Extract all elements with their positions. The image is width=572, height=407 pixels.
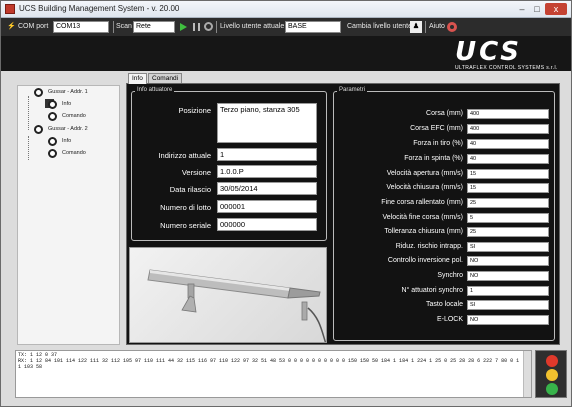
user-level-icon[interactable]: ♟	[410, 21, 422, 33]
device-tree: Gussar - Addr. 1 Info Comando Gussar - A…	[17, 85, 120, 345]
change-user-level-label[interactable]: Cambia livello utente	[347, 18, 412, 36]
param-value[interactable]: 5	[467, 213, 549, 223]
param-value[interactable]: 15	[467, 169, 549, 179]
gear-icon	[34, 125, 43, 134]
tab-info[interactable]: Info	[128, 73, 147, 84]
toolbar-separator	[425, 21, 426, 33]
field-label: Versione	[181, 168, 211, 177]
ucs-logo: UCS	[455, 37, 522, 67]
param-label: Forza in tiro (%)	[413, 140, 463, 147]
parametri-title: Parametri	[337, 87, 368, 93]
toolbar-separator	[113, 21, 114, 33]
window-title: UCS Building Management System - v. 20.0…	[19, 4, 180, 13]
param-label: Tasto locale	[426, 301, 463, 308]
param-label: Velocità chiusura (mm/s)	[386, 184, 463, 191]
param-label: Fine corsa rallentato (mm)	[381, 199, 463, 206]
gear-icon	[48, 100, 57, 109]
scan-label: Scan	[116, 23, 132, 30]
param-value[interactable]: 25	[467, 227, 549, 237]
yellow-lamp	[546, 369, 558, 381]
actuator-drawing	[147, 269, 326, 342]
param-value[interactable]: 400	[467, 109, 549, 119]
gear-icon	[48, 149, 57, 158]
play-icon[interactable]	[180, 23, 187, 31]
param-value[interactable]: NO	[467, 315, 549, 325]
serial-number-field: 000000	[217, 218, 317, 231]
help-label[interactable]: Aiuto	[429, 18, 445, 36]
field-label: Posizione	[178, 106, 211, 115]
param-label: Corsa (mm)	[426, 110, 463, 117]
com-port-select[interactable]: COM13	[53, 21, 109, 33]
param-value[interactable]: 15	[467, 183, 549, 193]
gear-icon	[48, 112, 57, 121]
communication-log[interactable]: TX: 1 12 0 37 RX: 1 12 84 101 114 122 11…	[15, 350, 532, 398]
address-field[interactable]: 1	[217, 148, 317, 161]
traffic-light-icon	[535, 350, 567, 398]
param-label: Riduz. rischio intrapp.	[395, 243, 463, 250]
param-value[interactable]: NO	[467, 256, 549, 266]
title-bar: UCS Building Management System - v. 20.0…	[1, 1, 571, 18]
brand-tagline: ULTRAFLEX CONTROL SYSTEMS s.r.l.	[455, 65, 558, 71]
red-lamp	[546, 355, 558, 367]
tree-node-info-2[interactable]: Info	[62, 138, 71, 144]
param-label: E-LOCK	[436, 316, 463, 323]
position-field[interactable]: Terzo piano, stanza 305	[217, 103, 317, 143]
toolbar: ⚡ COM port COM13 Scan Rete Livello utent…	[1, 18, 571, 36]
param-label: N° attuatori synchro	[401, 287, 463, 294]
user-level-field: BASE	[285, 21, 341, 33]
actuator-image	[129, 247, 327, 343]
param-label: Tolleranza chiusura (mm)	[384, 228, 463, 235]
log-scrollbar[interactable]	[523, 351, 531, 397]
pause-icon[interactable]	[193, 23, 200, 31]
user-level-label: Livello utente attuale	[220, 23, 285, 30]
param-value[interactable]: SI	[467, 300, 549, 310]
info-attuatore-title: Info attuatore	[135, 87, 175, 93]
tree-connector	[28, 136, 29, 160]
param-value[interactable]: 40	[467, 154, 549, 164]
app-logo-icon	[5, 4, 15, 14]
tree-node-info-1[interactable]: Info	[62, 101, 71, 107]
plug-icon: ⚡	[7, 23, 16, 30]
gear-icon	[34, 88, 43, 97]
minimize-button[interactable]: –	[515, 3, 529, 15]
log-line: 1 103 58	[18, 364, 43, 370]
field-label: Numero di lotto	[160, 203, 211, 212]
param-value[interactable]: 400	[467, 124, 549, 134]
field-label: Data rilascio	[169, 185, 211, 194]
param-value[interactable]: SI	[467, 242, 549, 252]
lot-number-field: 000001	[217, 200, 317, 213]
com-port-label: COM port	[18, 23, 49, 30]
log-line: RX: 1 12 84 101 114 122 111 32 112 105 9…	[18, 358, 521, 364]
field-label: Numero seriale	[160, 221, 211, 230]
version-field: 1.0.0.P	[217, 165, 317, 178]
scan-mode-select[interactable]: Rete	[133, 21, 175, 33]
tree-node-comando-1[interactable]: Comando	[62, 113, 86, 119]
gear-icon	[48, 137, 57, 146]
toolbar-separator	[216, 21, 217, 33]
param-label: Forza in spinta (%)	[404, 155, 463, 162]
tree-node-device-2[interactable]: Gussar - Addr. 2	[48, 126, 88, 132]
param-value[interactable]: 1	[467, 286, 549, 296]
record-icon[interactable]	[204, 22, 213, 31]
tree-node-device-1[interactable]: Gussar - Addr. 1	[48, 89, 88, 95]
app-window: UCS Building Management System - v. 20.0…	[0, 0, 572, 407]
param-value[interactable]: 40	[467, 139, 549, 149]
param-label: Corsa EFC (mm)	[410, 125, 463, 132]
green-lamp	[546, 383, 558, 395]
release-date-field: 30/05/2014	[217, 182, 317, 195]
param-label: Synchro	[437, 272, 463, 279]
help-gear-icon[interactable]	[447, 22, 457, 32]
tree-connector	[28, 96, 29, 130]
param-label: Velocità apertura (mm/s)	[386, 170, 463, 177]
tree-node-comando-2[interactable]: Comando	[62, 150, 86, 156]
param-value[interactable]: 25	[467, 198, 549, 208]
maximize-button[interactable]: □	[530, 3, 544, 15]
param-value[interactable]: NO	[467, 271, 549, 281]
param-label: Controllo inversione pol.	[387, 257, 463, 264]
field-label: Indirizzo attuale	[158, 151, 211, 160]
param-label: Velocità fine corsa (mm/s)	[382, 214, 463, 221]
close-button[interactable]: x	[545, 3, 567, 15]
